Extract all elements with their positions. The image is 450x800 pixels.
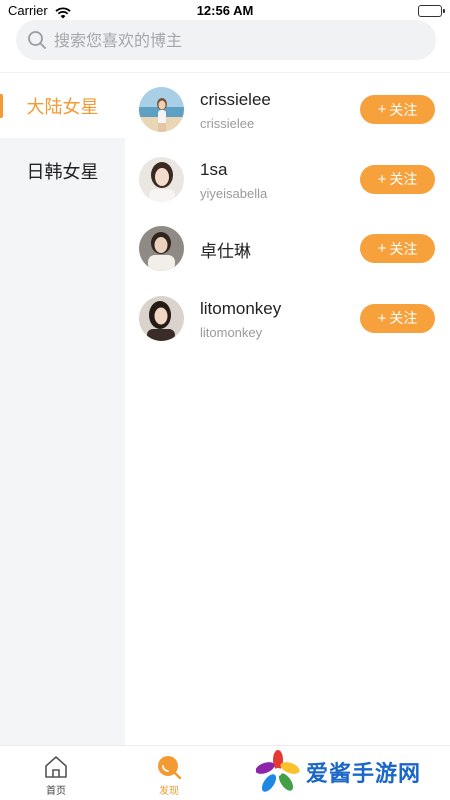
clock: 12:56 AM bbox=[196, 3, 254, 18]
category-sidebar: 大陆女星 日韩女星 bbox=[0, 73, 125, 745]
follow-label: 关注 bbox=[389, 310, 418, 326]
follow-label: 关注 bbox=[389, 171, 418, 187]
follow-button[interactable]: + 关注 bbox=[360, 234, 435, 263]
follow-label: 关注 bbox=[389, 240, 418, 257]
status-bar: Carrier 12:56 AM bbox=[0, 0, 450, 22]
sidebar-item-label: 大陆女星 bbox=[26, 96, 99, 118]
avatar[interactable] bbox=[139, 295, 184, 341]
list-item[interactable]: 卓仕琳 + 关注 bbox=[125, 212, 450, 282]
avatar[interactable] bbox=[139, 87, 184, 132]
follow-label: 关注 bbox=[389, 101, 418, 118]
tab-label: 发现 bbox=[159, 786, 179, 797]
blogger-name: 卓仕琳 bbox=[200, 242, 251, 261]
blogger-handle: crissielee bbox=[200, 116, 255, 131]
battery-icon bbox=[418, 5, 445, 17]
list-item[interactable]: crissielee crissielee + 关注 bbox=[125, 73, 450, 143]
watermark-text: 爱酱手游网 bbox=[306, 762, 422, 787]
search-icon bbox=[27, 30, 47, 54]
plus-icon: + bbox=[377, 309, 387, 327]
plus-icon: + bbox=[377, 101, 387, 118]
blogger-handle: yiyeisabella bbox=[200, 185, 268, 201]
list-item[interactable]: litomonkey litomonkey + 关注 bbox=[125, 282, 450, 352]
search-input[interactable] bbox=[54, 20, 424, 60]
blogger-name: 1sa bbox=[200, 159, 228, 179]
blogger-name: crissielee bbox=[200, 90, 271, 109]
plus-icon: + bbox=[377, 170, 387, 188]
follow-button[interactable]: + 关注 bbox=[360, 164, 435, 194]
list-item[interactable]: 1sa yiyeisabella + 关注 bbox=[125, 143, 450, 213]
blogger-name: litomonkey bbox=[200, 298, 282, 318]
sidebar-item-mainland-actresses[interactable]: 大陆女星 bbox=[0, 73, 125, 138]
plus-icon: + bbox=[377, 240, 387, 257]
avatar[interactable] bbox=[139, 226, 184, 271]
follow-button[interactable]: + 关注 bbox=[360, 303, 435, 333]
sidebar-item-label: 日韩女星 bbox=[26, 161, 99, 183]
tab-bar: 首页 发现 爱酱手游网 bbox=[0, 745, 450, 800]
pinwheel-logo-icon bbox=[255, 750, 300, 792]
tab-label: 首页 bbox=[46, 786, 66, 797]
follow-button[interactable]: + 关注 bbox=[360, 95, 435, 124]
blogger-list: crissielee crissielee + 关注 1sa yiyeisabe… bbox=[125, 73, 450, 351]
search-bar[interactable] bbox=[16, 20, 436, 60]
tab-home[interactable]: 首页 bbox=[26, 754, 86, 797]
blogger-handle: litomonkey bbox=[200, 324, 263, 340]
discover-icon bbox=[156, 754, 182, 780]
watermark-logo: 爱酱手游网 bbox=[255, 750, 442, 794]
tab-discover[interactable]: 发现 bbox=[139, 754, 199, 797]
home-icon bbox=[43, 754, 69, 780]
sidebar-item-jp-kr-actresses[interactable]: 日韩女星 bbox=[0, 138, 125, 203]
avatar[interactable] bbox=[139, 156, 184, 202]
